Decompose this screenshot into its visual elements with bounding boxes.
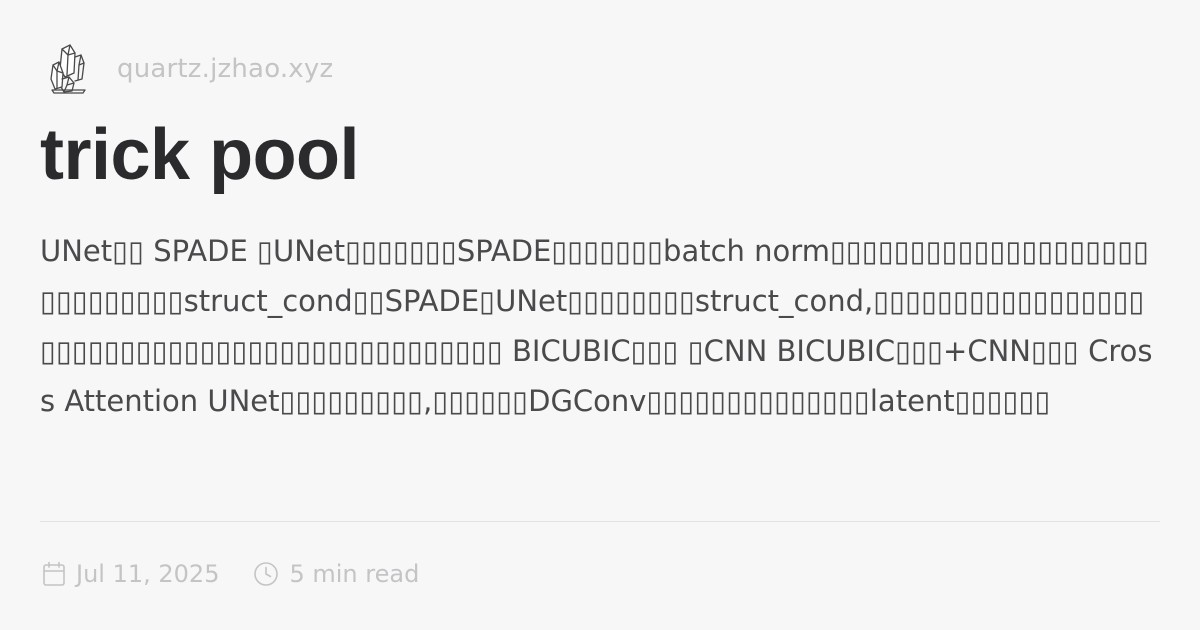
og-card: quartz.jzhao.xyz trick pool UNet▯▯ SPADE… — [0, 0, 1200, 630]
reading-time: 5 min read — [253, 560, 419, 588]
site-header: quartz.jzhao.xyz — [48, 40, 1160, 98]
site-name[interactable]: quartz.jzhao.xyz — [117, 54, 333, 84]
calendar-icon — [42, 561, 66, 587]
clock-icon — [253, 561, 279, 587]
reading-time-text: 5 min read — [289, 560, 420, 588]
publish-date: Jul 11, 2025 — [42, 560, 219, 588]
page-description: UNet▯▯ SPADE ▯UNet▯▯▯▯▯▯▯SPADE▯▯▯▯▯▯▯bat… — [40, 234, 1153, 418]
divider — [40, 521, 1160, 522]
page-title: trick pool — [40, 115, 360, 195]
publish-date-text: Jul 11, 2025 — [76, 560, 220, 588]
meta-row: Jul 11, 2025 5 min read — [42, 556, 419, 592]
crystal-icon — [48, 43, 88, 95]
